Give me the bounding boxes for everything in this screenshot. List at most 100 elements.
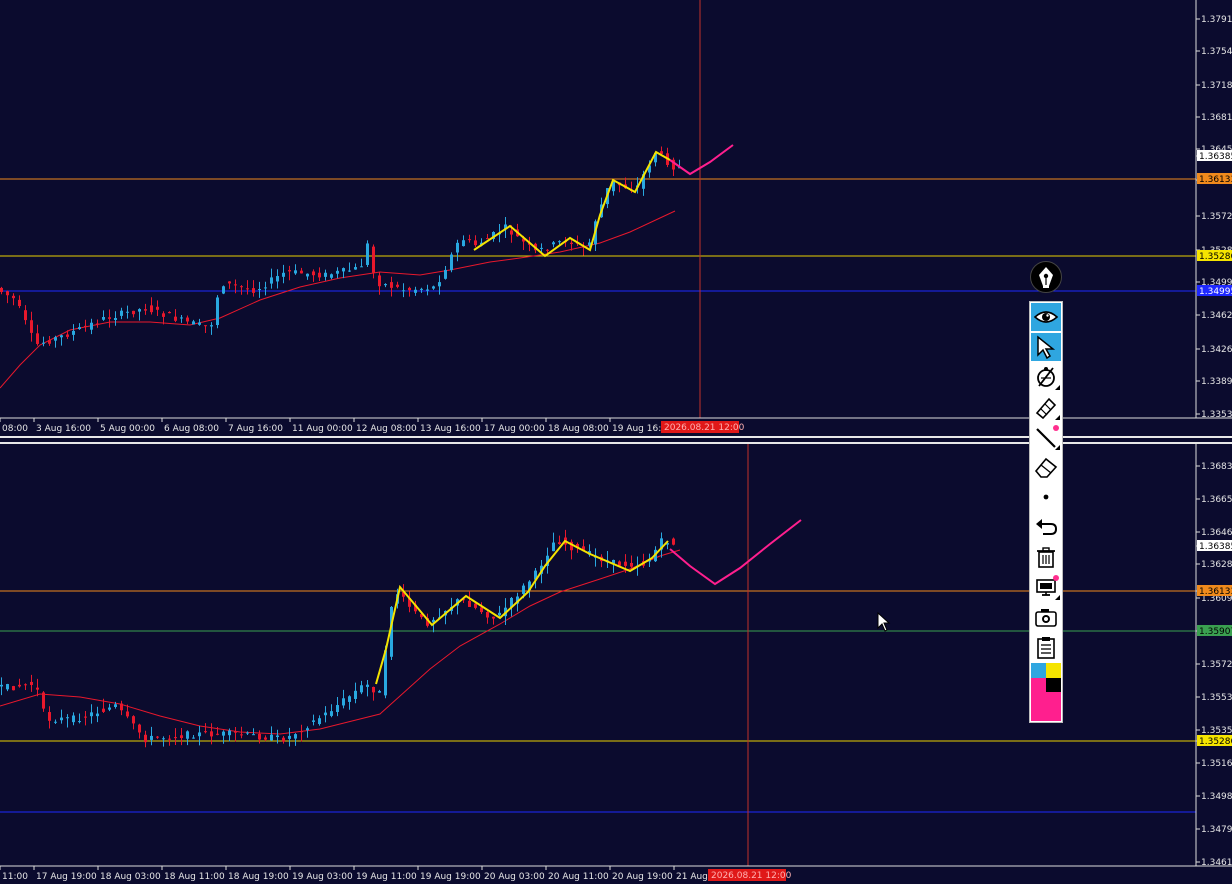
monitor-button[interactable] — [1031, 573, 1061, 601]
candle-body — [72, 715, 75, 723]
undo-button[interactable] — [1031, 513, 1061, 541]
candle-body — [24, 310, 27, 321]
cursor-arrow-button[interactable] — [1031, 333, 1061, 361]
time-label: 21 Aug — [676, 872, 708, 882]
candle-body — [510, 230, 513, 235]
top-moving-average — [0, 210, 676, 389]
candle-body — [318, 272, 321, 278]
price-label: 1.35350 — [1201, 726, 1232, 736]
swatch-blue[interactable] — [1031, 663, 1046, 678]
candle-body — [102, 708, 105, 712]
candle-body — [630, 562, 633, 567]
candle-body — [252, 734, 255, 736]
candle-body — [66, 717, 69, 719]
clipboard-button[interactable] — [1031, 633, 1061, 661]
top-levels — [0, 0, 1196, 418]
candle-body — [126, 711, 129, 717]
price-label: 1.34625 — [1201, 311, 1232, 321]
candle-body — [36, 687, 39, 690]
candle-body — [360, 266, 363, 268]
time-label: 20 Aug 11:00 — [548, 872, 609, 882]
swatch-black[interactable] — [1046, 678, 1061, 692]
candle-body — [366, 684, 369, 687]
time-label: 19 Aug 11:00 — [356, 872, 417, 882]
pen-nib-icon — [1039, 267, 1053, 288]
candle-body — [210, 325, 213, 327]
candle-body — [354, 690, 357, 699]
price-tag-label: 1.35286 — [1199, 737, 1232, 747]
time-label: 7 Aug 16:00 — [228, 424, 283, 434]
candle-body — [270, 734, 273, 741]
pen-tool-badge[interactable] — [1030, 261, 1062, 293]
candle-body — [318, 718, 321, 725]
candle-body — [138, 309, 141, 312]
candle-body — [306, 728, 309, 731]
candle-body — [84, 716, 87, 718]
candle-body — [144, 734, 147, 743]
candle-body — [90, 322, 93, 330]
camera-icon — [1035, 609, 1057, 627]
candle-body — [366, 243, 369, 265]
time-label: 13 Aug 16:00 — [420, 424, 481, 434]
candle-body — [264, 287, 267, 289]
dot-button[interactable] — [1031, 483, 1061, 511]
candle-body — [270, 277, 273, 284]
candle-body — [282, 272, 285, 277]
line-button[interactable] — [1031, 423, 1061, 451]
candle-body — [198, 322, 201, 325]
candle-body — [204, 731, 207, 733]
price-tag-label: 1.34995 — [1199, 287, 1232, 297]
time-label: 18 Aug 19:00 — [228, 872, 289, 882]
price-tag-label: 1.35907 — [1199, 627, 1232, 637]
eraser-icon — [1034, 457, 1058, 478]
compass-button[interactable] — [1031, 363, 1061, 391]
candle-body — [360, 685, 363, 693]
color-palette[interactable] — [1031, 663, 1061, 721]
candle-body — [282, 737, 285, 742]
candle-body — [54, 721, 57, 723]
trash-button[interactable] — [1031, 543, 1061, 571]
price-tag-label: 1.36133 — [1199, 587, 1232, 597]
candle-body — [348, 270, 351, 272]
candle-body — [102, 317, 105, 320]
price-label: 1.36465 — [1201, 528, 1232, 538]
candle-body — [252, 288, 255, 293]
camera-button[interactable] — [1031, 603, 1061, 631]
candle-body — [378, 275, 381, 287]
candle-body — [60, 335, 63, 338]
candle-body — [312, 720, 315, 722]
projection-line — [669, 519, 802, 586]
candle-body — [54, 337, 57, 341]
candle-body — [114, 704, 117, 707]
candle-body — [120, 310, 123, 316]
candle-body — [624, 561, 627, 566]
pencil-button[interactable] — [1031, 393, 1061, 421]
price-tag-label: 1.36133 — [1199, 175, 1232, 185]
candle-body — [336, 270, 339, 274]
price-label: 1.37185 — [1201, 81, 1232, 91]
eye-button[interactable] — [1031, 303, 1061, 331]
candle-body — [24, 684, 27, 686]
candle-body — [210, 731, 213, 737]
candle-body — [6, 684, 9, 690]
candle-body — [180, 735, 183, 739]
candle-body — [18, 299, 21, 307]
candle-body — [300, 731, 303, 733]
candle-body — [456, 242, 459, 253]
bottom-candles — [0, 529, 675, 748]
candle-body — [12, 686, 15, 691]
ma-line — [0, 549, 681, 735]
candle-body — [174, 316, 177, 321]
time-label: 6 Aug 08:00 — [164, 424, 219, 434]
candle-body — [558, 542, 561, 544]
candle-body — [150, 735, 153, 740]
candle-body — [288, 735, 291, 739]
candle-body — [384, 284, 387, 286]
eraser-button[interactable] — [1031, 453, 1061, 481]
candle-body — [468, 239, 471, 241]
candle-body — [342, 698, 345, 706]
price-label: 1.37915 — [1201, 15, 1232, 25]
price-label: 1.35535 — [1201, 693, 1232, 703]
swatch-yellow[interactable] — [1046, 663, 1061, 678]
time-label: 3 Aug 16:00 — [36, 424, 91, 434]
